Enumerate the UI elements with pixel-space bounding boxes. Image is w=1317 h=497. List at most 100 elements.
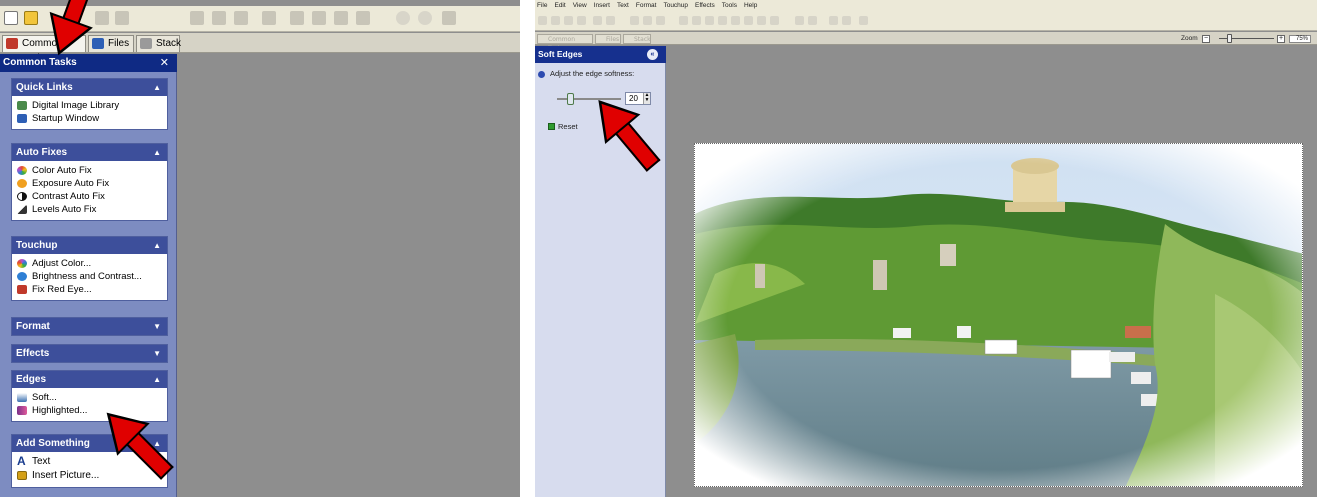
open-folder-icon[interactable] — [24, 11, 38, 25]
text-icon: A — [17, 454, 26, 468]
toolbar-icon[interactable] — [679, 16, 688, 25]
task-highlighted-edges[interactable]: Highlighted... — [12, 404, 167, 417]
edge-softness-slider-thumb[interactable] — [566, 93, 574, 105]
new-file-icon[interactable] — [4, 11, 18, 25]
menu-effects[interactable]: Effects — [695, 2, 715, 9]
close-icon[interactable]: ✕ — [160, 54, 169, 72]
toolbar-icon[interactable] — [551, 16, 560, 25]
toolbar-icon[interactable] — [396, 11, 410, 25]
task-levels-auto-fix[interactable]: Levels Auto Fix — [12, 203, 167, 216]
menu-insert[interactable]: Insert — [594, 2, 610, 9]
toolbar-icon[interactable] — [808, 16, 817, 25]
tab-label: Stack — [156, 38, 182, 49]
adjust-color-icon — [17, 259, 27, 268]
menu-bar: File Edit View Insert Text Format Touchup Effec… — [535, 0, 1317, 11]
toolbar-icon[interactable] — [334, 11, 348, 25]
toolbar-icon[interactable] — [190, 11, 204, 25]
task-contrast-auto-fix[interactable]: Contrast Auto Fix — [12, 190, 167, 203]
group-header[interactable]: Touchup ▲ — [12, 237, 167, 254]
tab-stack[interactable]: Stack — [136, 35, 182, 52]
tab-common-tasks[interactable]: Common Tasks — [537, 34, 593, 52]
toolbar-icon[interactable] — [757, 16, 766, 25]
toolbar-icon[interactable] — [262, 11, 276, 25]
group-header[interactable]: Quick Links ▲ — [12, 79, 167, 96]
toolbar-icon[interactable] — [731, 16, 740, 25]
collapse-icon[interactable]: « — [647, 49, 658, 60]
task-label: Insert Picture... — [32, 470, 100, 481]
toolbar-icon[interactable] — [593, 16, 602, 25]
reset-icon — [548, 123, 555, 130]
menu-file[interactable]: File — [537, 2, 547, 9]
task-color-auto-fix[interactable]: Color Auto Fix — [12, 164, 167, 177]
toolbar-icon[interactable] — [312, 11, 326, 25]
tab-files[interactable]: Files — [88, 35, 134, 52]
toolbar-icon[interactable] — [356, 11, 370, 25]
task-adjust-color[interactable]: Adjust Color... — [12, 257, 167, 270]
chevron-down-icon[interactable]: ▼ — [153, 318, 161, 335]
zoom-in-button[interactable]: + — [1277, 35, 1285, 43]
group-auto-fixes: Auto Fixes ▲ Color Auto Fix Exposure Auto… — [11, 143, 168, 221]
menu-edit[interactable]: Edit — [554, 2, 565, 9]
toolbar-icon[interactable] — [795, 16, 804, 25]
task-startup-window[interactable]: Startup Window — [12, 112, 167, 125]
task-digital-image-library[interactable]: Digital Image Library — [12, 99, 167, 112]
zoom-value-field[interactable]: 75% — [1289, 35, 1311, 43]
group-header[interactable]: Format ▼ — [12, 318, 167, 335]
group-header[interactable]: Edges ▲ — [12, 371, 167, 388]
insert-picture-icon — [17, 471, 27, 480]
toolbar-icon[interactable] — [842, 16, 851, 25]
task-label: Brightness and Contrast... — [32, 271, 142, 282]
reset-button[interactable]: Reset — [548, 122, 578, 131]
toolbar-icon[interactable] — [577, 16, 586, 25]
menu-touchup[interactable]: Touchup — [663, 2, 688, 9]
levels-icon — [17, 205, 27, 214]
task-brightness-contrast[interactable]: Brightness and Contrast... — [12, 270, 167, 283]
group-header[interactable]: Effects ▼ — [12, 345, 167, 362]
chevron-up-icon[interactable]: ▲ — [153, 144, 161, 161]
group-touchup: Touchup ▲ Adjust Color... Brightness and … — [11, 236, 168, 301]
menu-tools[interactable]: Tools — [722, 2, 737, 9]
toolbar-icon[interactable] — [705, 16, 714, 25]
tab-stack[interactable]: Stack — [623, 34, 651, 44]
task-exposure-auto-fix[interactable]: Exposure Auto Fix — [12, 177, 167, 190]
task-label: Highlighted... — [32, 405, 88, 416]
menu-text[interactable]: Text — [617, 2, 629, 9]
photo-canvas[interactable] — [694, 143, 1303, 487]
group-header[interactable]: Auto Fixes ▲ — [12, 144, 167, 161]
toolbar-icon[interactable] — [442, 11, 456, 25]
soft-edges-icon — [17, 393, 27, 402]
toolbar-icon[interactable] — [692, 16, 701, 25]
menu-format[interactable]: Format — [636, 2, 657, 9]
toolbar-icon[interactable] — [115, 11, 129, 25]
menu-view[interactable]: View — [573, 2, 587, 9]
zoom-slider-thumb[interactable] — [1227, 34, 1233, 43]
toolbar-icon[interactable] — [829, 16, 838, 25]
toolbar-icon[interactable] — [643, 16, 652, 25]
chevron-up-icon[interactable]: ▲ — [153, 371, 161, 388]
toolbar-icon[interactable] — [418, 11, 432, 25]
chevron-up-icon[interactable]: ▲ — [153, 237, 161, 254]
spinner-arrows-icon[interactable]: ▲ ▼ — [643, 93, 650, 104]
chevron-down-icon[interactable]: ▼ — [153, 345, 161, 362]
task-fix-red-eye[interactable]: Fix Red Eye... — [12, 283, 167, 296]
toolbar-icon[interactable] — [656, 16, 665, 25]
chevron-up-icon[interactable]: ▲ — [153, 79, 161, 96]
toolbar-icon[interactable] — [538, 16, 547, 25]
toolbar-icon[interactable] — [234, 11, 248, 25]
toolbar-icon[interactable] — [290, 11, 304, 25]
tab-files[interactable]: Files — [595, 34, 621, 44]
toolbar-icon[interactable] — [606, 16, 615, 25]
toolbar-icon[interactable] — [630, 16, 639, 25]
toolbar-icon[interactable] — [859, 16, 868, 25]
toolbar-icon[interactable] — [212, 11, 226, 25]
group-title: Auto Fixes — [16, 147, 68, 158]
toolbar-icon[interactable] — [564, 16, 573, 25]
toolbar-icon[interactable] — [744, 16, 753, 25]
window-icon — [17, 114, 27, 123]
menu-help[interactable]: Help — [744, 2, 757, 9]
toolbar-icon[interactable] — [770, 16, 779, 25]
zoom-out-button[interactable]: − — [1202, 35, 1210, 43]
toolbar-icon[interactable] — [718, 16, 727, 25]
pane-title: Common Tasks — [3, 57, 77, 68]
task-soft-edges[interactable]: Soft... — [12, 391, 167, 404]
